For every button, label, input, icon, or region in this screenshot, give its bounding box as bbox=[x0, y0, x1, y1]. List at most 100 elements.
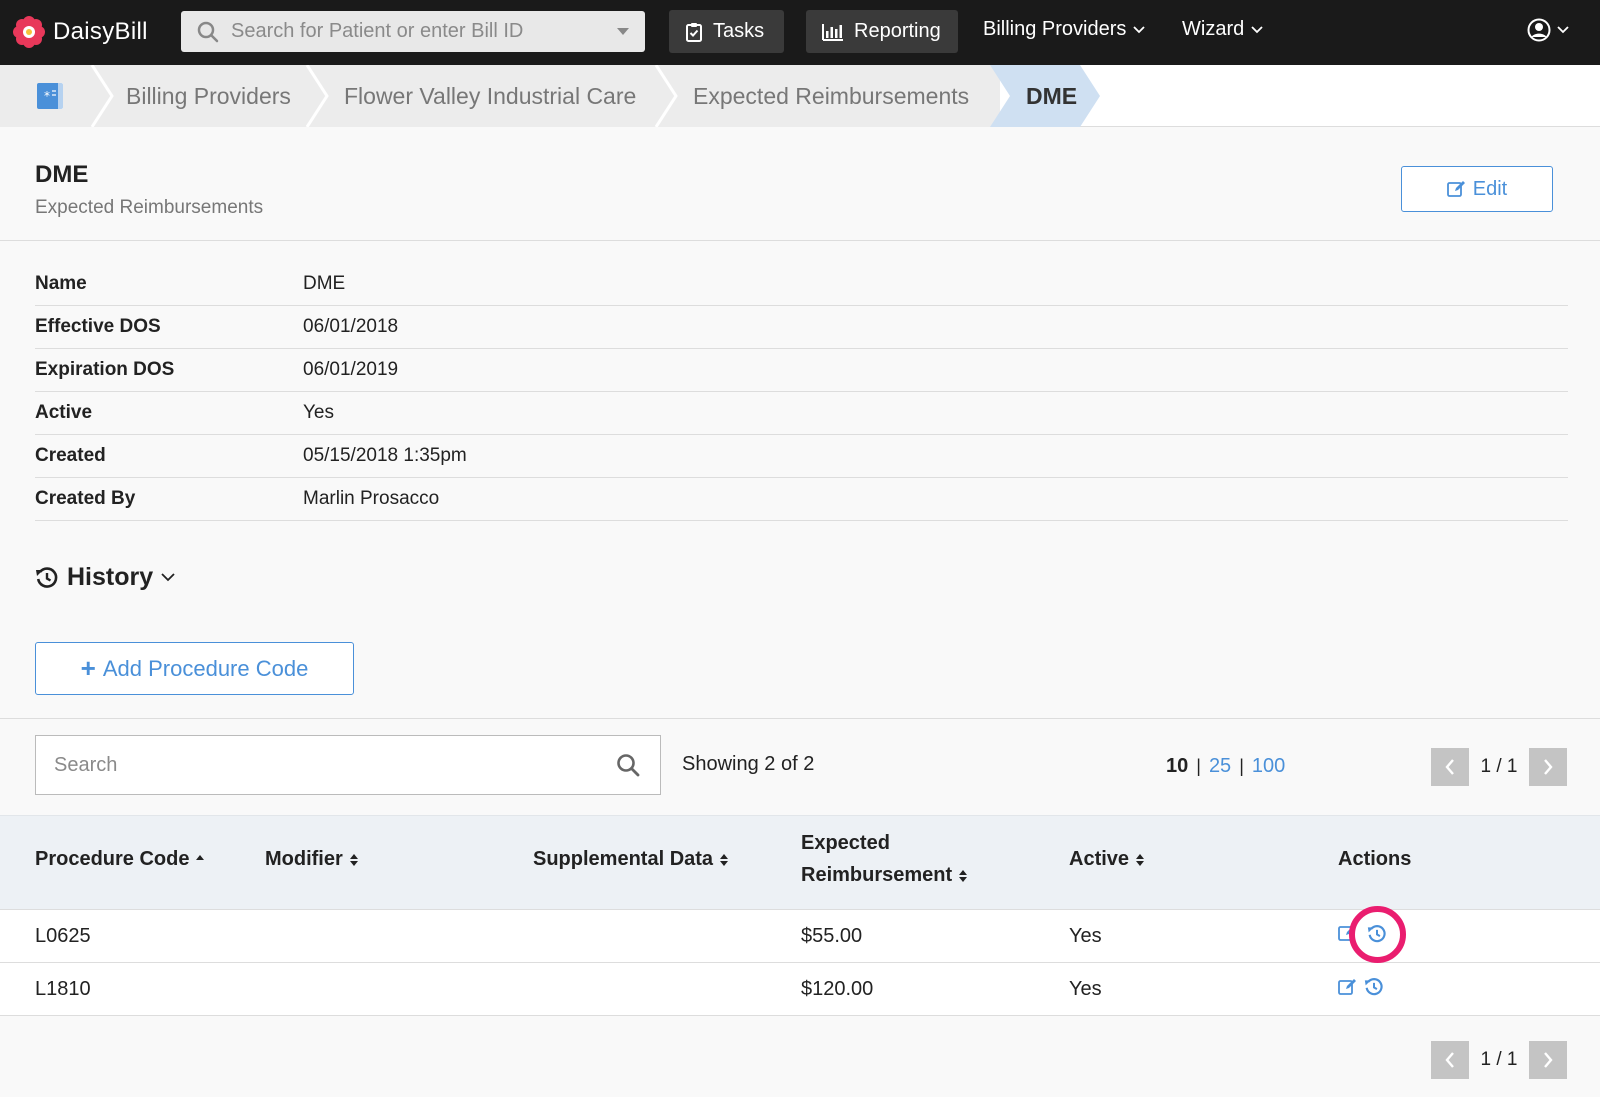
column-label: Actions bbox=[1338, 848, 1412, 870]
history-toggle[interactable]: History bbox=[35, 563, 175, 592]
pagination-top: 1 / 1 bbox=[1431, 748, 1567, 786]
column-label: Modifier bbox=[265, 848, 343, 870]
add-procedure-code-label: Add Procedure Code bbox=[102, 655, 309, 681]
column-header-expected-line1: Expected bbox=[801, 832, 890, 855]
cell-expected-reimbursement: $120.00 bbox=[801, 978, 874, 1000]
detail-row: Effective DOS 06/01/2018 bbox=[35, 306, 1568, 349]
detail-value: DME bbox=[303, 273, 346, 294]
tasks-label: Tasks bbox=[713, 20, 765, 42]
table-header: Procedure Code Modifier Supplemental Dat… bbox=[0, 815, 1600, 910]
history-action-highlight bbox=[1349, 906, 1406, 963]
add-procedure-code-button[interactable]: + Add Procedure Code bbox=[35, 642, 354, 695]
chevron-left-icon bbox=[1445, 1052, 1454, 1068]
breadcrumb-active-label: DME bbox=[1026, 83, 1078, 109]
billing-providers-menu[interactable]: Billing Providers bbox=[983, 18, 1146, 41]
detail-row: Created By Marlin Prosacco bbox=[35, 478, 1568, 521]
tasks-button[interactable]: Tasks bbox=[669, 10, 784, 53]
column-header-actions: Actions bbox=[1338, 848, 1411, 871]
detail-label: Active bbox=[35, 402, 93, 423]
breadcrumb-item[interactable]: Billing Providers bbox=[126, 65, 291, 127]
sort-icon bbox=[1136, 853, 1145, 866]
clipboard-icon bbox=[686, 22, 702, 42]
next-page-button[interactable] bbox=[1529, 1041, 1567, 1079]
showing-count: Showing 2 of 2 bbox=[682, 753, 815, 775]
daisybill-logo[interactable]: DaisyBill bbox=[12, 14, 148, 50]
detail-row: Created 05/15/2018 1:35pm bbox=[35, 435, 1568, 478]
detail-value: 05/15/2018 1:35pm bbox=[303, 445, 467, 466]
brand-name: DaisyBill bbox=[53, 18, 148, 45]
edit-button[interactable]: Edit bbox=[1401, 166, 1553, 212]
table-search[interactable] bbox=[35, 735, 661, 795]
plus-icon: + bbox=[80, 653, 96, 683]
wizard-label: Wizard bbox=[1182, 18, 1245, 40]
cell-procedure-code: L0625 bbox=[35, 925, 91, 947]
column-header-modifier[interactable]: Modifier bbox=[265, 848, 359, 871]
page-subtitle: Expected Reimbursements bbox=[35, 197, 264, 218]
history-icon[interactable] bbox=[1367, 924, 1387, 944]
search-icon bbox=[197, 21, 219, 43]
prev-page-button[interactable] bbox=[1431, 1041, 1469, 1079]
history-label: History bbox=[67, 563, 154, 591]
billing-providers-label: Billing Providers bbox=[983, 18, 1127, 40]
column-header-active[interactable]: Active bbox=[1069, 848, 1145, 871]
details-list: Name DME Effective DOS 06/01/2018 Expira… bbox=[35, 263, 1568, 521]
sort-icon bbox=[349, 853, 358, 866]
breadcrumb-separator-icon bbox=[305, 65, 329, 127]
breadcrumb-separator-icon bbox=[90, 65, 114, 127]
reporting-button[interactable]: Reporting bbox=[806, 10, 958, 53]
user-menu[interactable] bbox=[1527, 18, 1569, 42]
detail-label: Expiration DOS bbox=[35, 359, 175, 380]
search-icon[interactable] bbox=[616, 753, 640, 777]
next-page-button[interactable] bbox=[1529, 748, 1567, 786]
column-header-supplemental-data[interactable]: Supplemental Data bbox=[533, 848, 729, 871]
provider-card-icon[interactable]: * bbox=[36, 81, 66, 111]
edit-icon[interactable] bbox=[1338, 978, 1358, 996]
chevron-down-icon bbox=[1251, 25, 1263, 33]
sort-icon bbox=[959, 869, 968, 882]
cell-active: Yes bbox=[1069, 978, 1102, 1000]
detail-label: Created bbox=[35, 445, 106, 466]
page-size-selector: 10 | 25 | 100 bbox=[1166, 755, 1285, 778]
page-size-option[interactable]: 25 bbox=[1209, 755, 1231, 778]
page-title: DME bbox=[35, 161, 89, 188]
column-header-expected-reimbursement[interactable]: Reimbursement bbox=[801, 864, 968, 887]
cell-procedure-code: L1810 bbox=[35, 978, 91, 1000]
chevron-right-icon bbox=[1544, 759, 1553, 775]
chevron-down-icon bbox=[1557, 26, 1569, 34]
history-icon bbox=[36, 566, 58, 588]
breadcrumb-active-item: DME bbox=[990, 65, 1102, 127]
daisy-logo-icon bbox=[13, 16, 45, 48]
cell-expected-reimbursement: $55.00 bbox=[801, 925, 863, 947]
global-search-input[interactable] bbox=[231, 11, 601, 52]
detail-value: 06/01/2018 bbox=[303, 316, 399, 337]
prev-page-button[interactable] bbox=[1431, 748, 1469, 786]
page-size-current: 10 bbox=[1166, 755, 1189, 777]
section-divider bbox=[0, 718, 1600, 719]
user-avatar-icon bbox=[1527, 18, 1551, 42]
table-search-input[interactable] bbox=[54, 736, 594, 794]
edit-label: Edit bbox=[1472, 177, 1508, 200]
column-header-procedure-code[interactable]: Procedure Code bbox=[35, 848, 205, 871]
table-row: L1810 $120.00 Yes bbox=[0, 963, 1600, 1016]
detail-label: Created By bbox=[35, 488, 136, 509]
breadcrumb-item[interactable]: Flower Valley Industrial Care bbox=[344, 65, 636, 127]
detail-value: 06/01/2019 bbox=[303, 359, 399, 380]
detail-label: Name bbox=[35, 273, 87, 294]
bar-chart-icon bbox=[822, 23, 843, 41]
page-header: DME Expected Reimbursements Edit bbox=[0, 141, 1600, 241]
column-label: Active bbox=[1069, 848, 1130, 870]
sort-ascending-icon bbox=[196, 854, 205, 860]
wizard-menu[interactable]: Wizard bbox=[1182, 18, 1263, 41]
detail-value: Marlin Prosacco bbox=[303, 488, 440, 509]
chevron-right-icon bbox=[1544, 1052, 1553, 1068]
breadcrumb-item[interactable]: Expected Reimbursements bbox=[693, 65, 969, 127]
page-size-option[interactable]: 100 bbox=[1252, 755, 1285, 778]
cell-active: Yes bbox=[1069, 925, 1102, 947]
search-dropdown-caret-icon[interactable] bbox=[617, 28, 629, 35]
breadcrumb-separator-icon bbox=[654, 65, 678, 127]
global-search[interactable] bbox=[181, 11, 645, 52]
detail-label: Effective DOS bbox=[35, 316, 161, 337]
page-info: 1 / 1 bbox=[1480, 1049, 1518, 1070]
column-label: Reimbursement bbox=[801, 864, 953, 886]
history-icon[interactable] bbox=[1364, 977, 1384, 997]
